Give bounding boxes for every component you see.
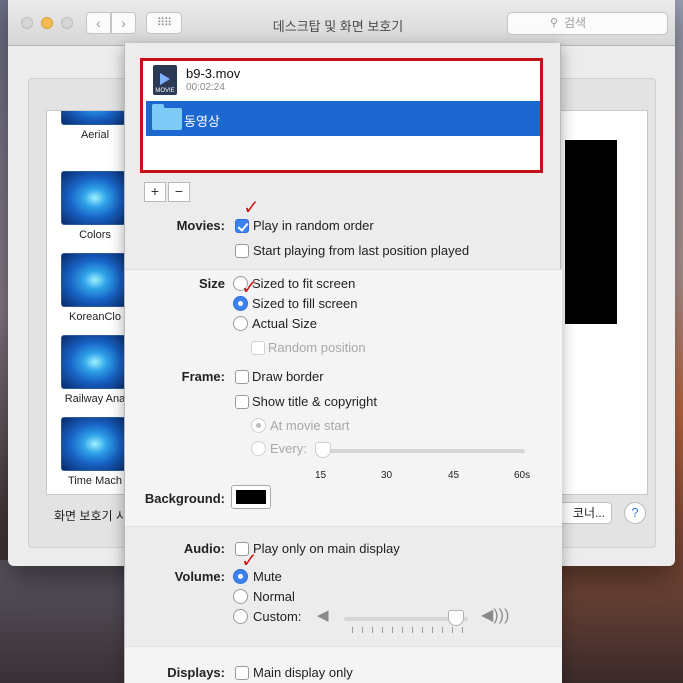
background-color-well[interactable] bbox=[231, 485, 271, 509]
titlebar: ‹ › ⠿⠿ 데스크탑 및 화면 보호기 ⚲ 검색 bbox=[8, 0, 675, 46]
search-input[interactable]: ⚲ 검색 bbox=[507, 12, 668, 35]
speaker-high-icon: ◀))) bbox=[481, 607, 510, 624]
window-title: 데스크탑 및 화면 보호기 bbox=[272, 19, 404, 34]
draw-border-checkbox[interactable] bbox=[235, 370, 249, 384]
size-fit-label: Sized to fit screen bbox=[252, 276, 356, 291]
last-position-label: Start playing from last position played bbox=[253, 243, 470, 258]
audio-label: Audio: bbox=[183, 541, 225, 556]
every-radio[interactable] bbox=[251, 441, 266, 456]
volume-tick bbox=[442, 627, 443, 633]
volume-tick bbox=[402, 627, 403, 633]
frame-label: Frame: bbox=[181, 369, 225, 384]
random-position-checkbox[interactable] bbox=[251, 341, 265, 355]
volume-tick bbox=[432, 627, 433, 633]
slider-tick-label: 15 bbox=[315, 470, 327, 481]
random-order-checkbox[interactable] bbox=[235, 219, 249, 233]
speaker-low-icon: ◀ bbox=[317, 607, 329, 624]
main-display-audio-label: Play only on main display bbox=[253, 541, 400, 556]
volume-tick bbox=[412, 627, 413, 633]
annotation-check-mark: ✓ bbox=[241, 550, 258, 572]
minimize-window-button[interactable] bbox=[41, 17, 53, 29]
search-placeholder: 검색 bbox=[564, 16, 587, 30]
volume-tick bbox=[462, 627, 463, 633]
draw-border-label: Draw border bbox=[252, 369, 324, 384]
saver-thumbnail bbox=[61, 335, 129, 389]
movie-file-name: b9-3.mov bbox=[186, 66, 241, 81]
movies-label: Movies: bbox=[176, 218, 225, 233]
desktop-background-left bbox=[0, 560, 130, 683]
volume-normal-radio[interactable] bbox=[233, 589, 248, 604]
annotation-check-mark: ✓ bbox=[241, 277, 258, 299]
volume-tick bbox=[422, 627, 423, 633]
movie-file-icon: MOVIE bbox=[153, 65, 177, 95]
zoom-window-button[interactable] bbox=[61, 17, 73, 29]
volume-custom-label: Custom: bbox=[253, 609, 302, 624]
show-title-label: Show title & copyright bbox=[252, 394, 378, 409]
at-movie-start-label: At movie start bbox=[270, 418, 350, 433]
close-window-button[interactable] bbox=[21, 17, 33, 29]
list-item-selected[interactable]: 동영상 bbox=[146, 101, 540, 136]
movie-duration: 00:02:24 bbox=[186, 82, 225, 93]
random-order-label: Play in random order bbox=[253, 218, 374, 233]
volume-tick bbox=[372, 627, 373, 633]
remove-source-button[interactable]: − bbox=[168, 182, 190, 202]
start-after-label: 화면 보호기 시 bbox=[54, 509, 127, 523]
show-all-grid-icon[interactable]: ⠿⠿ bbox=[146, 12, 182, 34]
random-position-label: Random position bbox=[268, 340, 366, 355]
movie-source-list[interactable]: MOVIE b9-3.mov 00:02:24 동영상 bbox=[140, 58, 543, 173]
folder-icon bbox=[152, 104, 182, 130]
every-label: Every: bbox=[270, 441, 307, 456]
add-source-button[interactable]: + bbox=[144, 182, 166, 202]
volume-custom-radio[interactable] bbox=[233, 609, 248, 624]
main-display-only-label: Main display only bbox=[253, 665, 353, 680]
options-sheet: MOVIE b9-3.mov 00:02:24 동영상 + − Movies: … bbox=[124, 43, 562, 683]
volume-tick bbox=[362, 627, 363, 633]
volume-tick bbox=[452, 627, 453, 633]
size-actual-radio[interactable] bbox=[233, 316, 248, 331]
search-icon: ⚲ bbox=[550, 17, 559, 29]
back-button[interactable]: ‹ bbox=[86, 12, 111, 34]
size-actual-label: Actual Size bbox=[252, 316, 318, 331]
forward-button[interactable]: › bbox=[111, 12, 136, 34]
volume-tick bbox=[392, 627, 393, 633]
background-label: Background: bbox=[144, 491, 225, 506]
interval-slider-thumb[interactable] bbox=[315, 442, 331, 458]
size-fill-label: Sized to fill screen bbox=[252, 296, 358, 311]
slider-tick-label: 45 bbox=[448, 470, 460, 481]
movie-icon-text: MOVIE bbox=[155, 88, 175, 94]
saver-thumbnail bbox=[61, 253, 129, 307]
volume-label: Volume: bbox=[174, 569, 225, 584]
volume-slider-thumb[interactable] bbox=[447, 610, 464, 626]
volume-tick bbox=[352, 627, 353, 633]
list-item[interactable]: MOVIE b9-3.mov 00:02:24 bbox=[143, 61, 540, 99]
volume-normal-label: Normal bbox=[253, 589, 295, 604]
slider-tick-label: 30 bbox=[381, 470, 393, 481]
volume-tick bbox=[382, 627, 383, 633]
annotation-check-mark: ✓ bbox=[243, 197, 260, 219]
last-position-checkbox[interactable] bbox=[235, 244, 249, 258]
size-label: Size bbox=[198, 276, 225, 291]
interval-slider-track[interactable] bbox=[321, 449, 525, 453]
displays-label: Displays: bbox=[167, 665, 225, 680]
saver-thumbnail bbox=[61, 111, 129, 125]
folder-name: 동영상 bbox=[184, 114, 220, 129]
help-button[interactable]: ? bbox=[624, 502, 646, 524]
at-movie-start-radio[interactable] bbox=[251, 418, 266, 433]
main-display-only-checkbox[interactable] bbox=[235, 666, 249, 680]
background-color-fill bbox=[236, 490, 266, 504]
show-title-checkbox[interactable] bbox=[235, 395, 249, 409]
saver-thumbnail bbox=[61, 417, 129, 471]
screen-saver-preview bbox=[565, 140, 617, 324]
hot-corners-button[interactable]: 코너... bbox=[556, 502, 612, 524]
slider-tick-label: 60s bbox=[514, 470, 531, 481]
saver-thumbnail bbox=[61, 171, 129, 225]
